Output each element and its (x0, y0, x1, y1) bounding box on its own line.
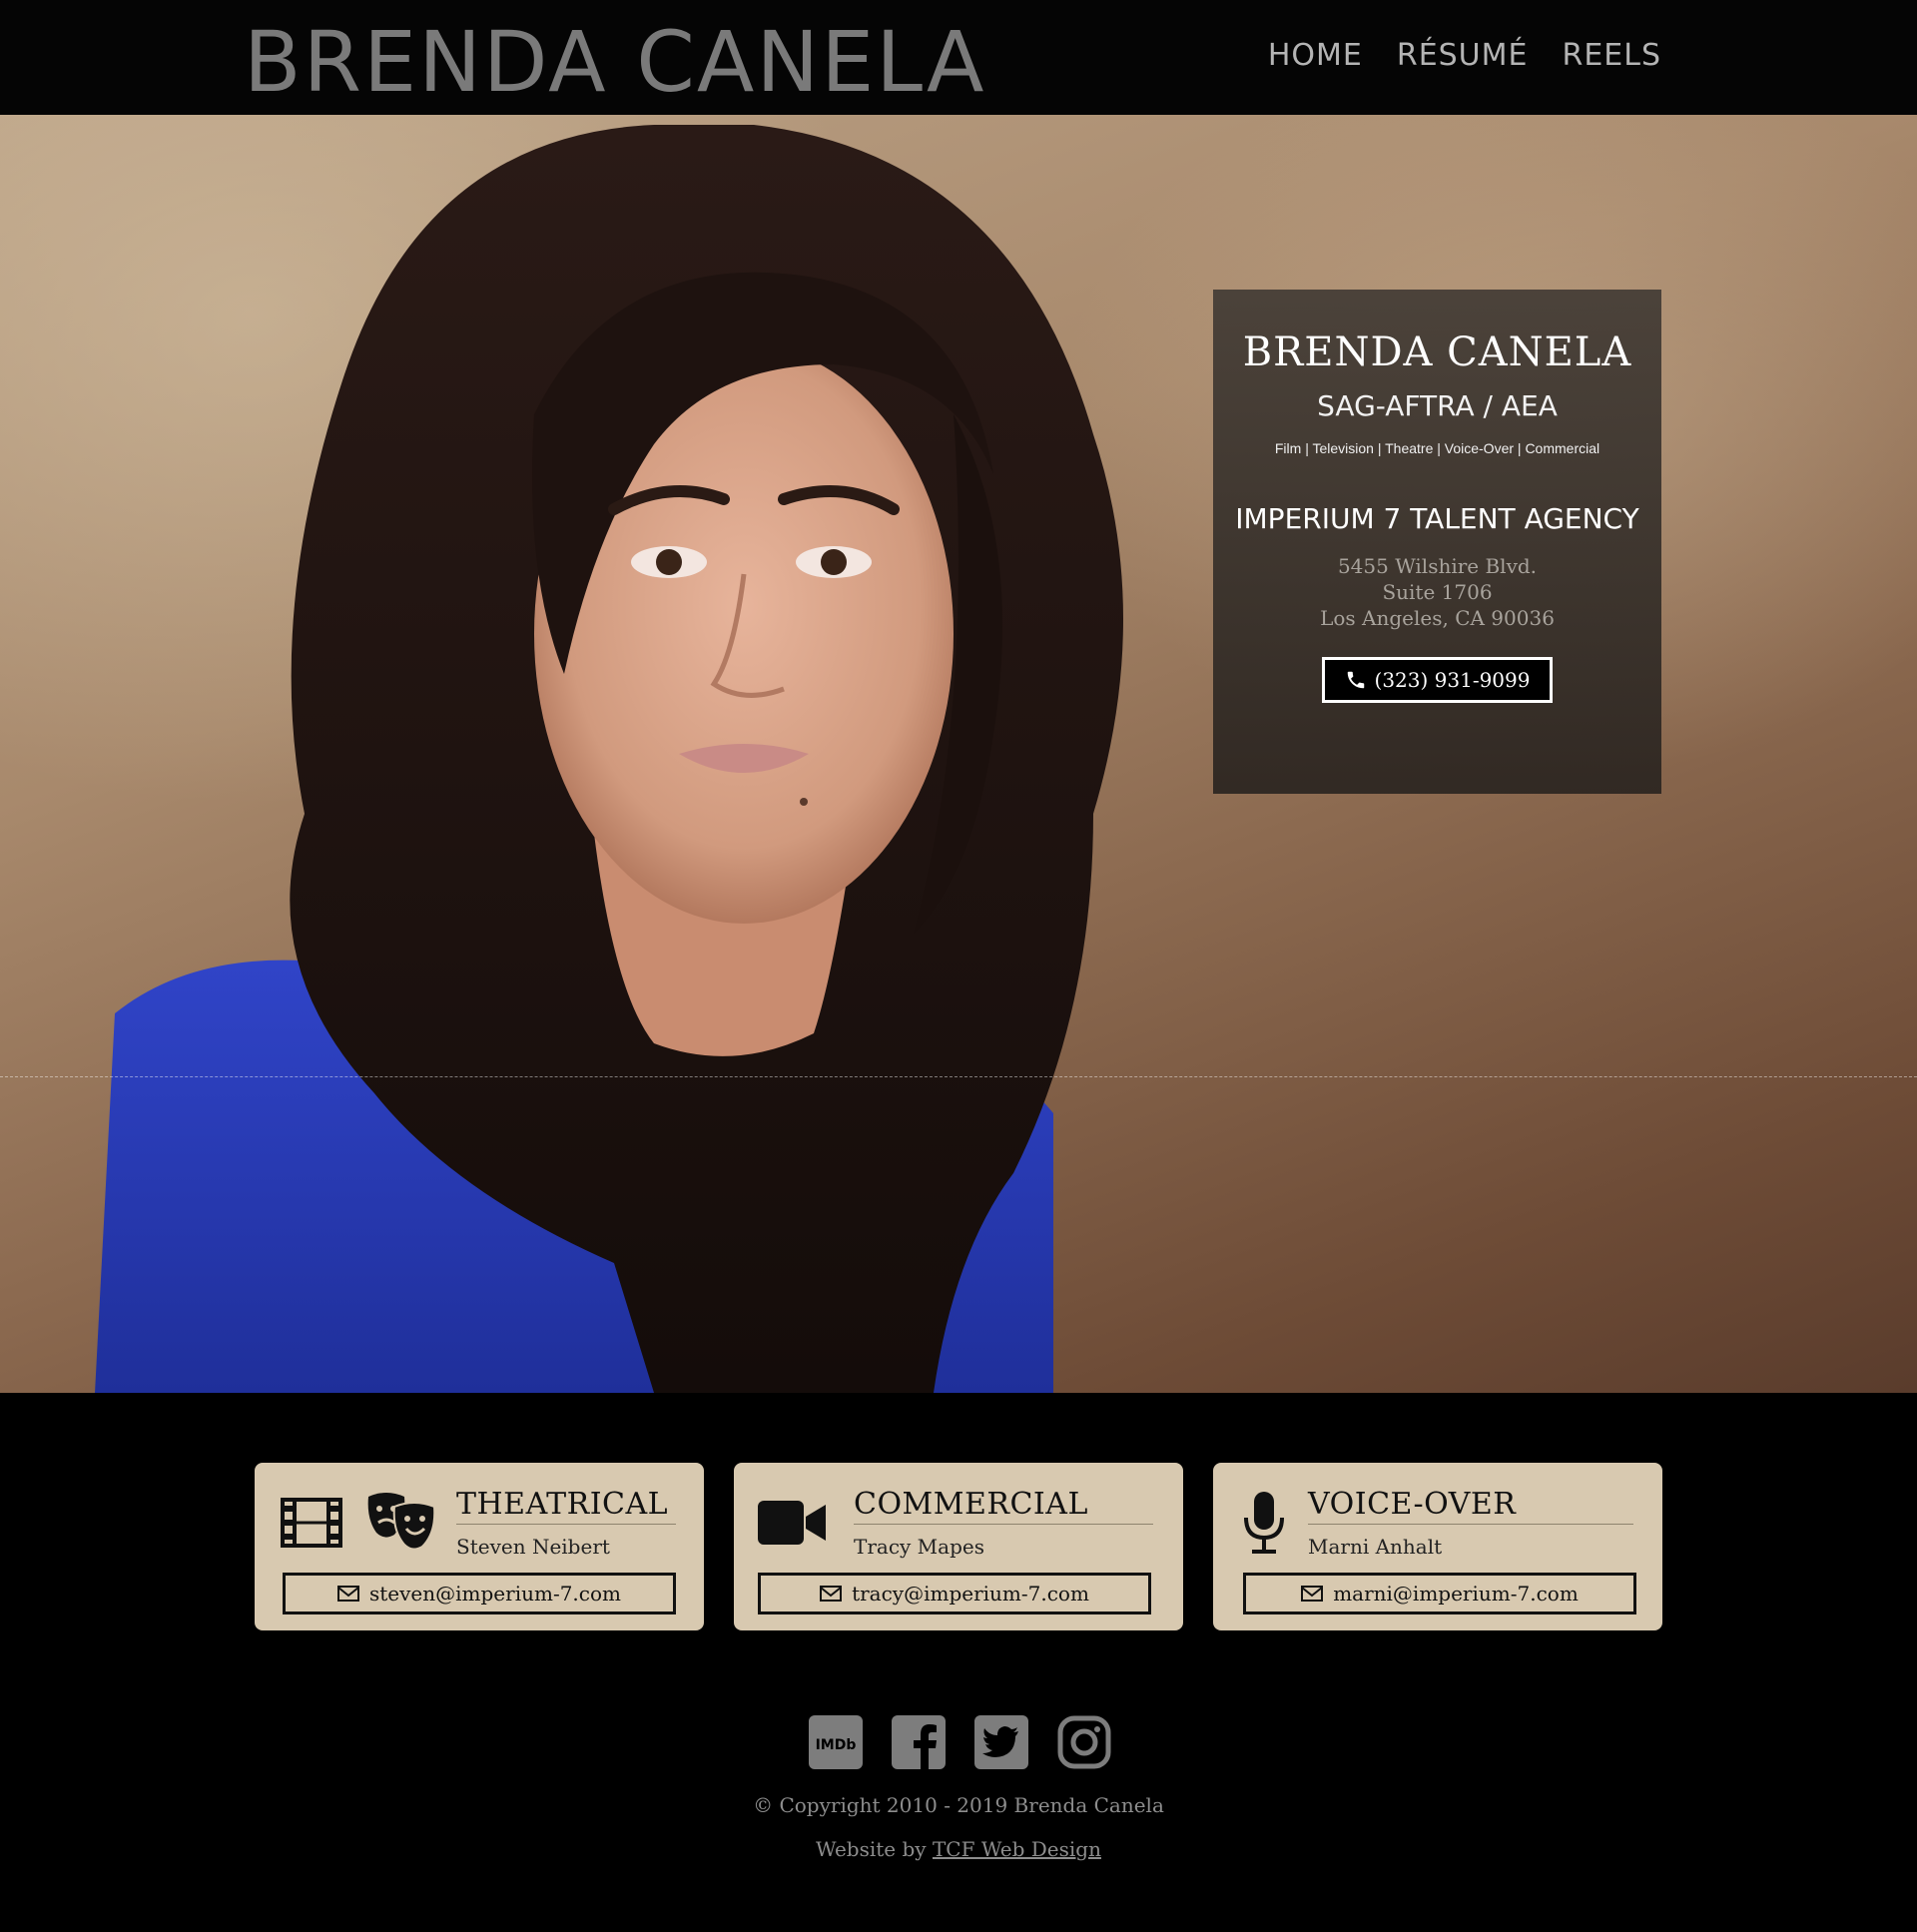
contact-card-voice-over: VOICE-OVER Marni Anhalt marni@imperium-7… (1213, 1463, 1662, 1630)
theater-masks-icon (367, 1493, 436, 1551)
phone-number: (323) 931-9099 (1374, 668, 1531, 692)
phone-button[interactable]: (323) 931-9099 (1322, 657, 1553, 703)
nav-reels[interactable]: REELS (1562, 38, 1661, 73)
twitter-icon (974, 1715, 1028, 1769)
nav-home[interactable]: HOME (1268, 38, 1363, 73)
card-address: 5455 Wilshire Blvd. Suite 1706 Los Angel… (1213, 553, 1661, 631)
hero-divider (0, 1076, 1917, 1077)
email-button-commercial[interactable]: tracy@imperium-7.com (758, 1573, 1151, 1614)
nav-resume[interactable]: RÉSUMÉ (1397, 38, 1529, 73)
instagram-icon (1057, 1715, 1111, 1769)
site-logo[interactable]: BRENDA CANELA (244, 12, 986, 112)
card-agency: IMPERIUM 7 TALENT AGENCY (1235, 502, 1639, 535)
microphone-icon (1244, 1492, 1284, 1554)
site-credit: Website by TCF Web Design (0, 1837, 1917, 1861)
phone-icon (1347, 671, 1364, 689)
envelope-icon (820, 1586, 843, 1602)
site-header: BRENDA CANELA HOME RÉSUMÉ REELS (0, 0, 1917, 115)
card-person: Marni Anhalt (1308, 1535, 1443, 1559)
contact-card-theatrical: THEATRICAL Steven Neibert steven@imperiu… (255, 1463, 704, 1630)
envelope-icon (1301, 1586, 1324, 1602)
address-line-1: 5455 Wilshire Blvd. (1337, 554, 1538, 578)
email-address: tracy@imperium-7.com (852, 1582, 1089, 1606)
address-line-2: Suite 1706 (1382, 580, 1493, 604)
film-icon (281, 1498, 342, 1548)
contact-cards: THEATRICAL Steven Neibert steven@imperiu… (255, 1463, 1662, 1630)
video-camera-icon (758, 1501, 826, 1545)
email-address: steven@imperium-7.com (368, 1582, 621, 1606)
credit-prefix: Website by (816, 1837, 927, 1861)
twitter-link[interactable] (974, 1715, 1028, 1769)
card-icons (281, 1491, 438, 1555)
contact-card-commercial: COMMERCIAL Tracy Mapes tracy@imperium-7.… (734, 1463, 1183, 1630)
card-icons (1243, 1491, 1285, 1555)
main-nav: HOME RÉSUMÉ REELS (1268, 38, 1661, 73)
card-union: SAG-AFTRA / AEA (1317, 389, 1558, 422)
imdb-icon: IMDb (809, 1715, 863, 1769)
copyright-text: © Copyright 2010 - 2019 Brenda Canela (753, 1793, 1164, 1817)
email-address: marni@imperium-7.com (1333, 1582, 1579, 1606)
facebook-icon (892, 1715, 946, 1769)
card-person: Steven Neibert (456, 1535, 610, 1559)
card-title: COMMERCIAL (854, 1487, 1153, 1525)
card-title: VOICE-OVER (1308, 1487, 1633, 1525)
card-roles: Film | Television | Theatre | Voice-Over… (1274, 440, 1600, 456)
credit-link[interactable]: TCF Web Design (933, 1837, 1101, 1861)
imdb-link[interactable]: IMDb (809, 1715, 863, 1769)
card-name: BRENDA CANELA (1242, 329, 1632, 375)
facebook-link[interactable] (892, 1715, 946, 1769)
hero-section: BRENDA CANELA SAG-AFTRA / AEA Film | Tel… (0, 115, 1917, 1393)
card-person: Tracy Mapes (854, 1535, 984, 1559)
address-line-3: Los Angeles, CA 90036 (1320, 606, 1555, 630)
card-icons (758, 1491, 826, 1555)
imdb-label: IMDb (816, 1737, 857, 1753)
envelope-icon (336, 1586, 359, 1602)
card-title: THEATRICAL (456, 1487, 676, 1525)
agency-info-card: BRENDA CANELA SAG-AFTRA / AEA Film | Tel… (1213, 290, 1661, 794)
headshot-portrait (95, 125, 1123, 1393)
instagram-link[interactable] (1057, 1715, 1111, 1769)
email-button-voice-over[interactable]: marni@imperium-7.com (1243, 1573, 1636, 1614)
email-button-theatrical[interactable]: steven@imperium-7.com (283, 1573, 676, 1614)
social-links: IMDb (809, 1715, 1111, 1769)
